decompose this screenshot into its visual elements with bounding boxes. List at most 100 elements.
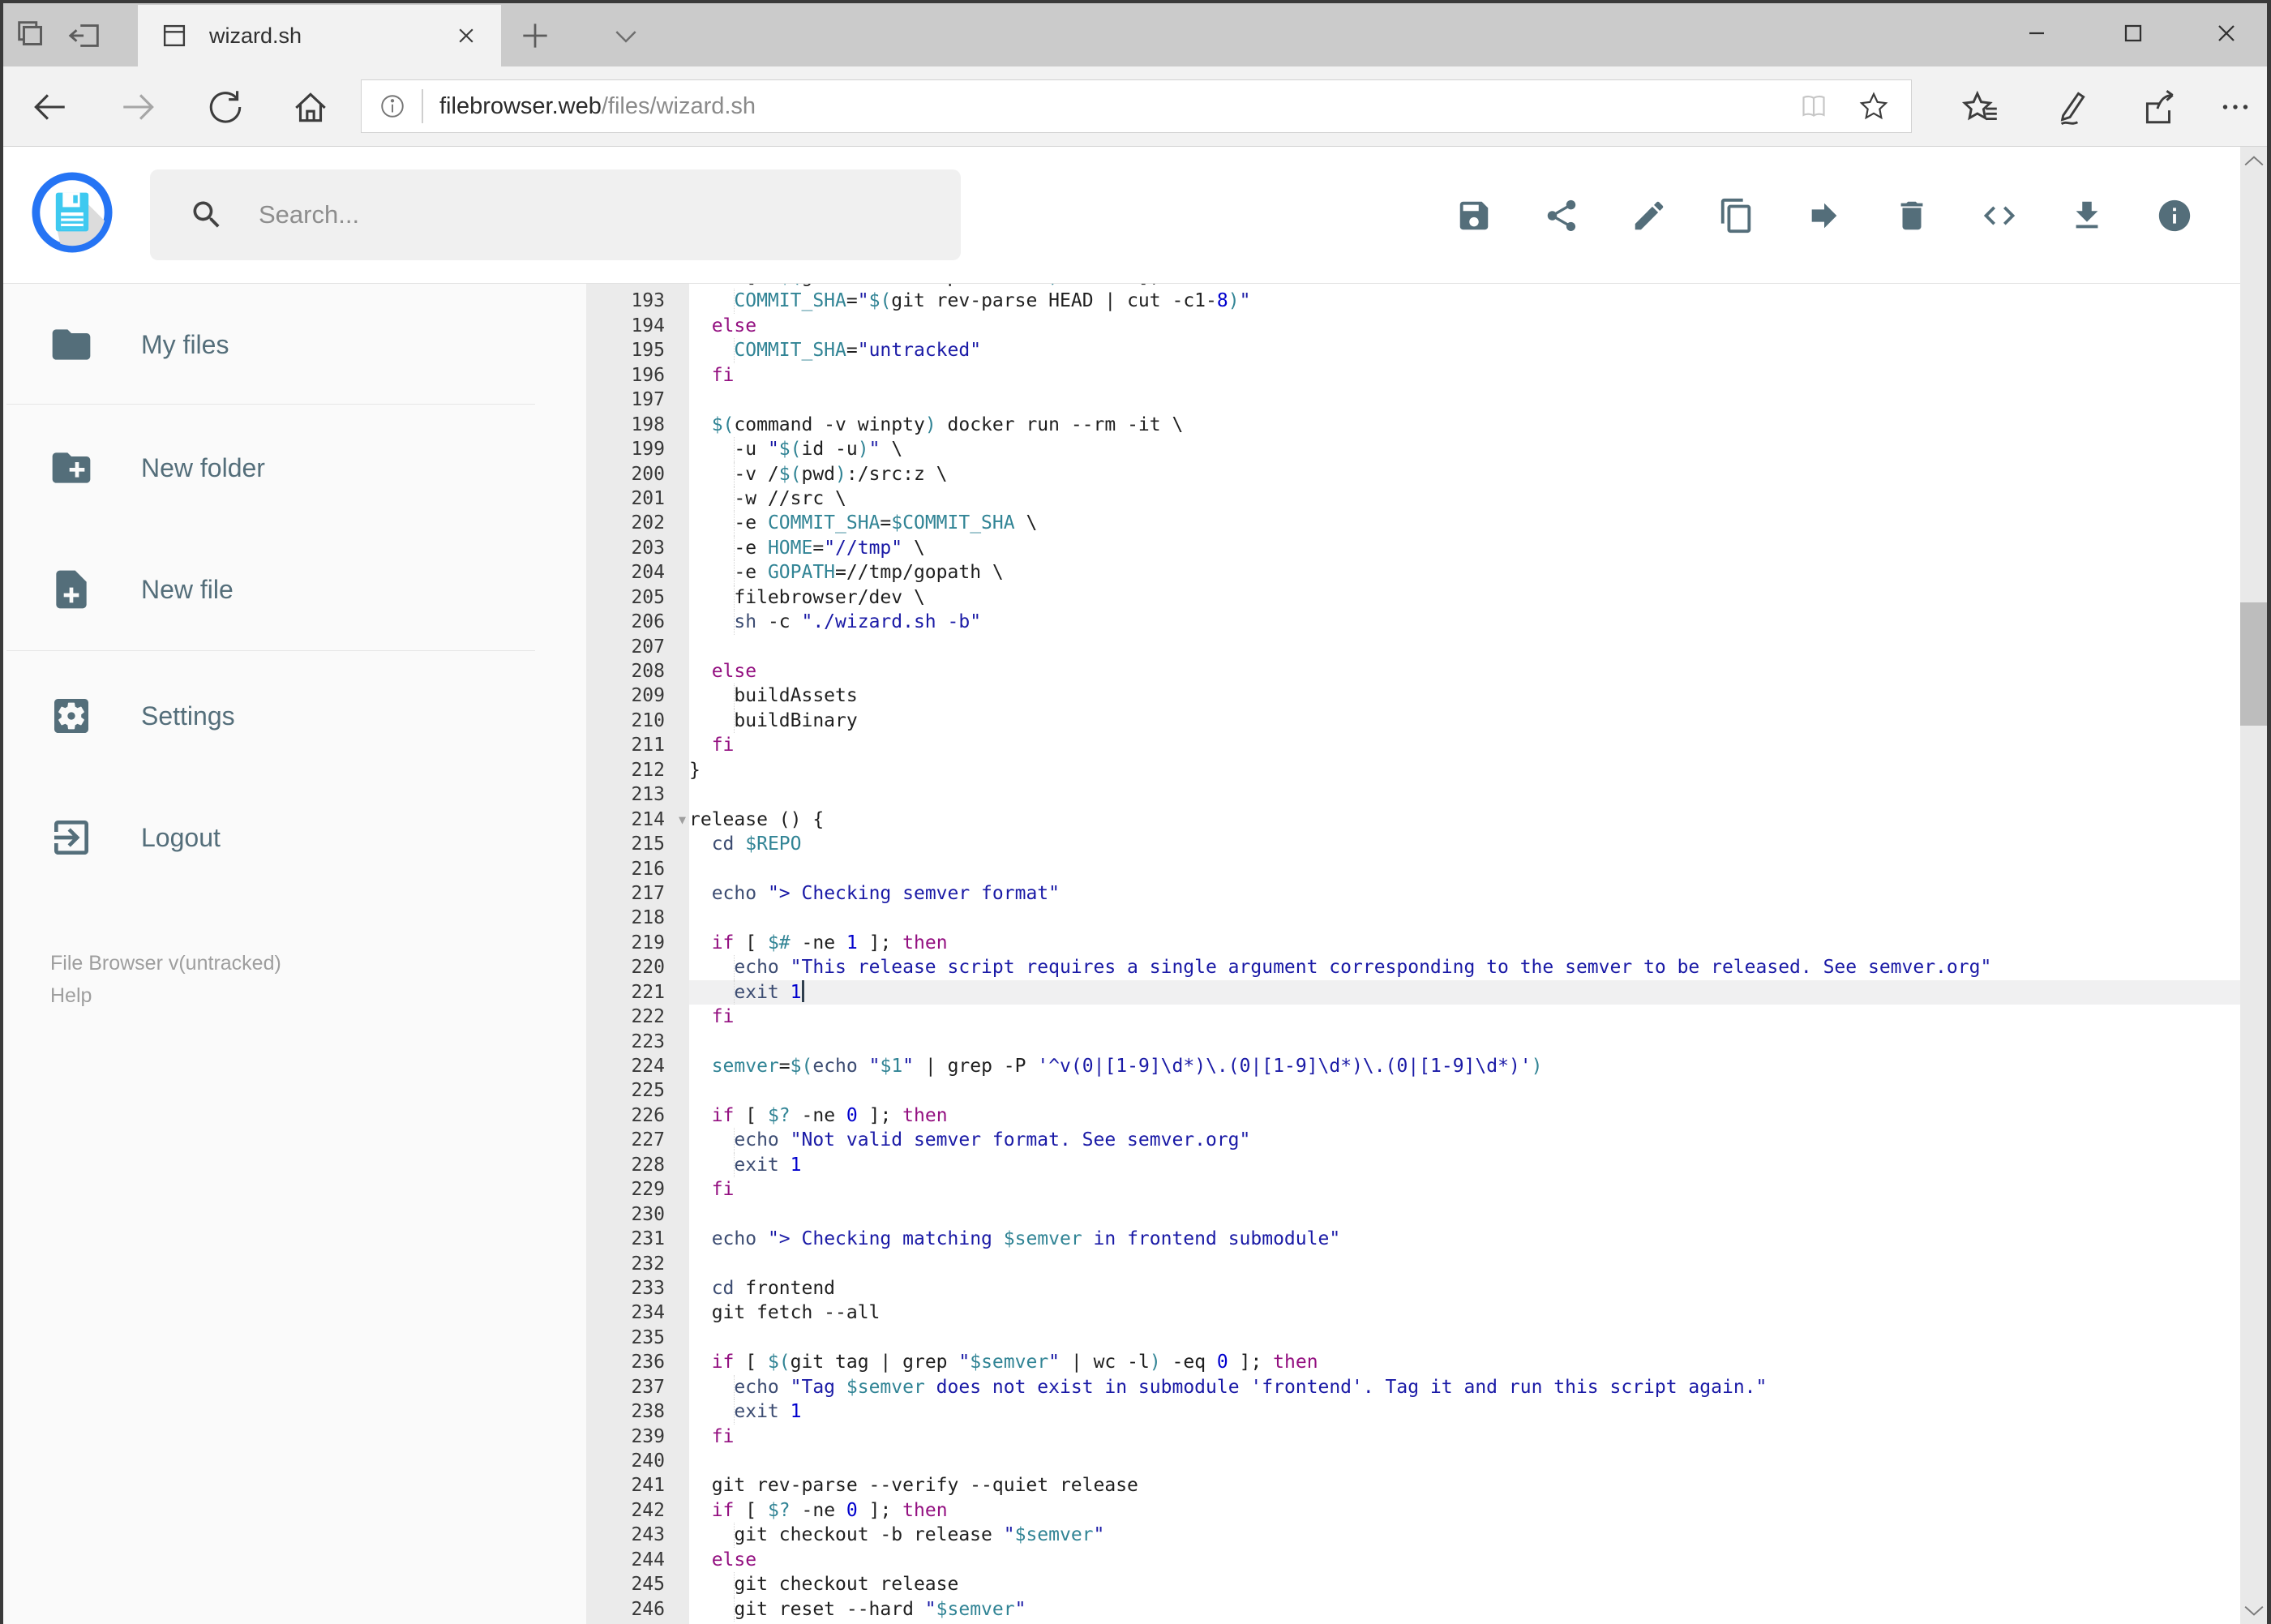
- home-icon[interactable]: [290, 87, 331, 127]
- code-line[interactable]: 209 buildAssets: [586, 683, 2241, 709]
- code-line[interactable]: 197: [586, 388, 2241, 413]
- code-line[interactable]: 193 COMMIT_SHA="$(git rev-parse HEAD | c…: [586, 289, 2241, 314]
- code-text[interactable]: else: [689, 659, 2241, 683]
- code-text[interactable]: fi: [689, 1425, 2241, 1449]
- back-icon[interactable]: [29, 87, 70, 127]
- code-line[interactable]: 200 -v /$(pwd):/src:z \: [586, 461, 2241, 486]
- code-line[interactable]: 238 exit 1: [586, 1399, 2241, 1425]
- code-icon[interactable]: [1981, 197, 2018, 234]
- code-line[interactable]: 202 -e COMMIT_SHA=$COMMIT_SHA \: [586, 511, 2241, 536]
- sidebar-item-settings[interactable]: Settings: [0, 655, 535, 777]
- copy-icon[interactable]: [1718, 197, 1755, 234]
- code-line[interactable]: 246 git reset --hard "$semver": [586, 1596, 2241, 1622]
- code-text[interactable]: [689, 1078, 2241, 1103]
- code-line[interactable]: 207: [586, 634, 2241, 659]
- code-text[interactable]: release () {: [689, 808, 2241, 832]
- code-text[interactable]: else: [689, 314, 2241, 338]
- code-line[interactable]: 206 sh -c "./wizard.sh -b": [586, 610, 2241, 635]
- code-text[interactable]: git rev-parse --verify --quiet release: [689, 1473, 2241, 1498]
- code-text[interactable]: -w //src \: [689, 486, 2241, 512]
- help-link[interactable]: Help: [50, 979, 281, 1012]
- url-text[interactable]: filebrowser.web/files/wizard.sh: [439, 93, 1798, 120]
- sidebar-item-logout[interactable]: Logout: [0, 777, 535, 898]
- page-scrollbar[interactable]: [2240, 147, 2267, 1624]
- code-text[interactable]: $(command -v winpty) docker run --rm -it…: [689, 413, 2241, 437]
- code-line[interactable]: 222 fi: [586, 1005, 2241, 1030]
- code-text[interactable]: -e GOPATH=//tmp/gopath \: [689, 560, 2241, 585]
- tab-close-icon[interactable]: [452, 22, 480, 49]
- favorite-star-icon[interactable]: [1858, 90, 1890, 122]
- code-line[interactable]: 211 fi: [586, 733, 2241, 758]
- code-line[interactable]: 208 else: [586, 659, 2241, 684]
- code-text[interactable]: filebrowser/dev \: [689, 585, 2241, 611]
- code-line[interactable]: 224 semver=$(echo "$1" | grep -P '^v(0|[…: [586, 1054, 2241, 1079]
- sidebar-item-new-folder[interactable]: New folder: [0, 407, 535, 529]
- window-minimize-button[interactable]: [1992, 10, 2081, 57]
- move-icon[interactable]: [1806, 197, 1843, 234]
- code-line[interactable]: 204 -e GOPATH=//tmp/gopath \: [586, 560, 2241, 585]
- code-line[interactable]: 215 cd $REPO: [586, 832, 2241, 857]
- browser-tab[interactable]: wizard.sh: [138, 5, 501, 66]
- new-tab-button[interactable]: [517, 18, 553, 54]
- sidebar-item-my-files[interactable]: My files: [0, 284, 535, 405]
- code-text[interactable]: git reset --hard "$semver": [689, 1596, 2241, 1622]
- code-text[interactable]: if [ $? -ne 0 ]; then: [689, 1103, 2241, 1128]
- sidebar-item-new-file[interactable]: New file: [0, 529, 535, 650]
- code-line[interactable]: 235: [586, 1325, 2241, 1351]
- code-text[interactable]: COMMIT_SHA="untracked": [689, 338, 2241, 363]
- code-line[interactable]: 218: [586, 906, 2241, 931]
- code-line[interactable]: 243 git checkout -b release "$semver": [586, 1523, 2241, 1548]
- restore-tabs-icon[interactable]: [66, 16, 104, 54]
- code-line[interactable]: 194 else: [586, 313, 2241, 339]
- code-text[interactable]: echo "This release script requires a sin…: [689, 955, 2241, 980]
- code-text[interactable]: else: [689, 1548, 2241, 1572]
- code-text[interactable]: -u "$(id -u)" \: [689, 437, 2241, 462]
- code-text[interactable]: [689, 388, 2241, 412]
- scrollbar-thumb[interactable]: [2240, 602, 2267, 726]
- code-text[interactable]: }: [689, 758, 2241, 782]
- fold-arrow-icon[interactable]: ▼: [679, 808, 686, 832]
- url-bar[interactable]: filebrowser.web/files/wizard.sh: [361, 79, 1912, 133]
- code-text[interactable]: echo "Tag $semver does not exist in subm…: [689, 1374, 2241, 1400]
- code-text[interactable]: semver=$(echo "$1" | grep -P '^v(0|[1-9]…: [689, 1054, 2241, 1078]
- code-text[interactable]: git checkout -b release "$semver": [689, 1523, 2241, 1548]
- code-text[interactable]: [689, 906, 2241, 930]
- delete-icon[interactable]: [1893, 197, 1930, 234]
- edit-icon[interactable]: [1630, 197, 1668, 234]
- code-line[interactable]: 219 if [ $# -ne 1 ]; then: [586, 930, 2241, 956]
- code-line[interactable]: 231 echo "> Checking matching $semver in…: [586, 1227, 2241, 1252]
- code-line[interactable]: 221 exit 1: [586, 979, 2241, 1005]
- code-text[interactable]: echo "> Checking matching $semver in fro…: [689, 1227, 2241, 1251]
- code-text[interactable]: [689, 1326, 2241, 1350]
- code-line[interactable]: 242 if [ $? -ne 0 ]; then: [586, 1498, 2241, 1523]
- code-line[interactable]: 226 if [ $? -ne 0 ]; then: [586, 1103, 2241, 1129]
- code-text[interactable]: buildAssets: [689, 683, 2241, 709]
- code-text[interactable]: cd $REPO: [689, 832, 2241, 856]
- window-close-button[interactable]: [2182, 10, 2271, 57]
- code-text[interactable]: git fetch --all: [689, 1300, 2241, 1325]
- download-icon[interactable]: [2068, 197, 2106, 234]
- code-text[interactable]: [689, 1030, 2241, 1054]
- save-icon[interactable]: [1455, 197, 1493, 234]
- code-line[interactable]: 212}: [586, 757, 2241, 783]
- code-text[interactable]: [689, 1449, 2241, 1473]
- info-icon[interactable]: [2156, 197, 2193, 234]
- code-line[interactable]: 201 -w //src \: [586, 486, 2241, 512]
- annotate-pen-icon[interactable]: [2050, 87, 2090, 127]
- code-line[interactable]: 236 if [ $(git tag | grep "$semver" | wc…: [586, 1350, 2241, 1375]
- code-text[interactable]: [689, 857, 2241, 881]
- code-line[interactable]: 203 -e HOME="//tmp" \: [586, 535, 2241, 561]
- code-editor[interactable]: 192 if [ "$(git status --porcelain)" = "…: [586, 284, 2241, 1624]
- code-line[interactable]: 205 filebrowser/dev \: [586, 585, 2241, 611]
- code-line[interactable]: 233 cd frontend: [586, 1275, 2241, 1301]
- more-menu-icon[interactable]: [2215, 87, 2256, 127]
- code-line[interactable]: 237 echo "Tag $semver does not exist in …: [586, 1374, 2241, 1400]
- code-text[interactable]: sh -c "./wizard.sh -b": [689, 610, 2241, 635]
- code-line[interactable]: 213: [586, 782, 2241, 808]
- code-text[interactable]: [689, 1252, 2241, 1276]
- code-line[interactable]: 227 echo "Not valid semver format. See s…: [586, 1128, 2241, 1153]
- code-line[interactable]: 196 fi: [586, 362, 2241, 388]
- filebrowser-logo[interactable]: [31, 171, 114, 254]
- code-text[interactable]: exit 1: [689, 1399, 2241, 1425]
- code-line[interactable]: 239 fi: [586, 1424, 2241, 1449]
